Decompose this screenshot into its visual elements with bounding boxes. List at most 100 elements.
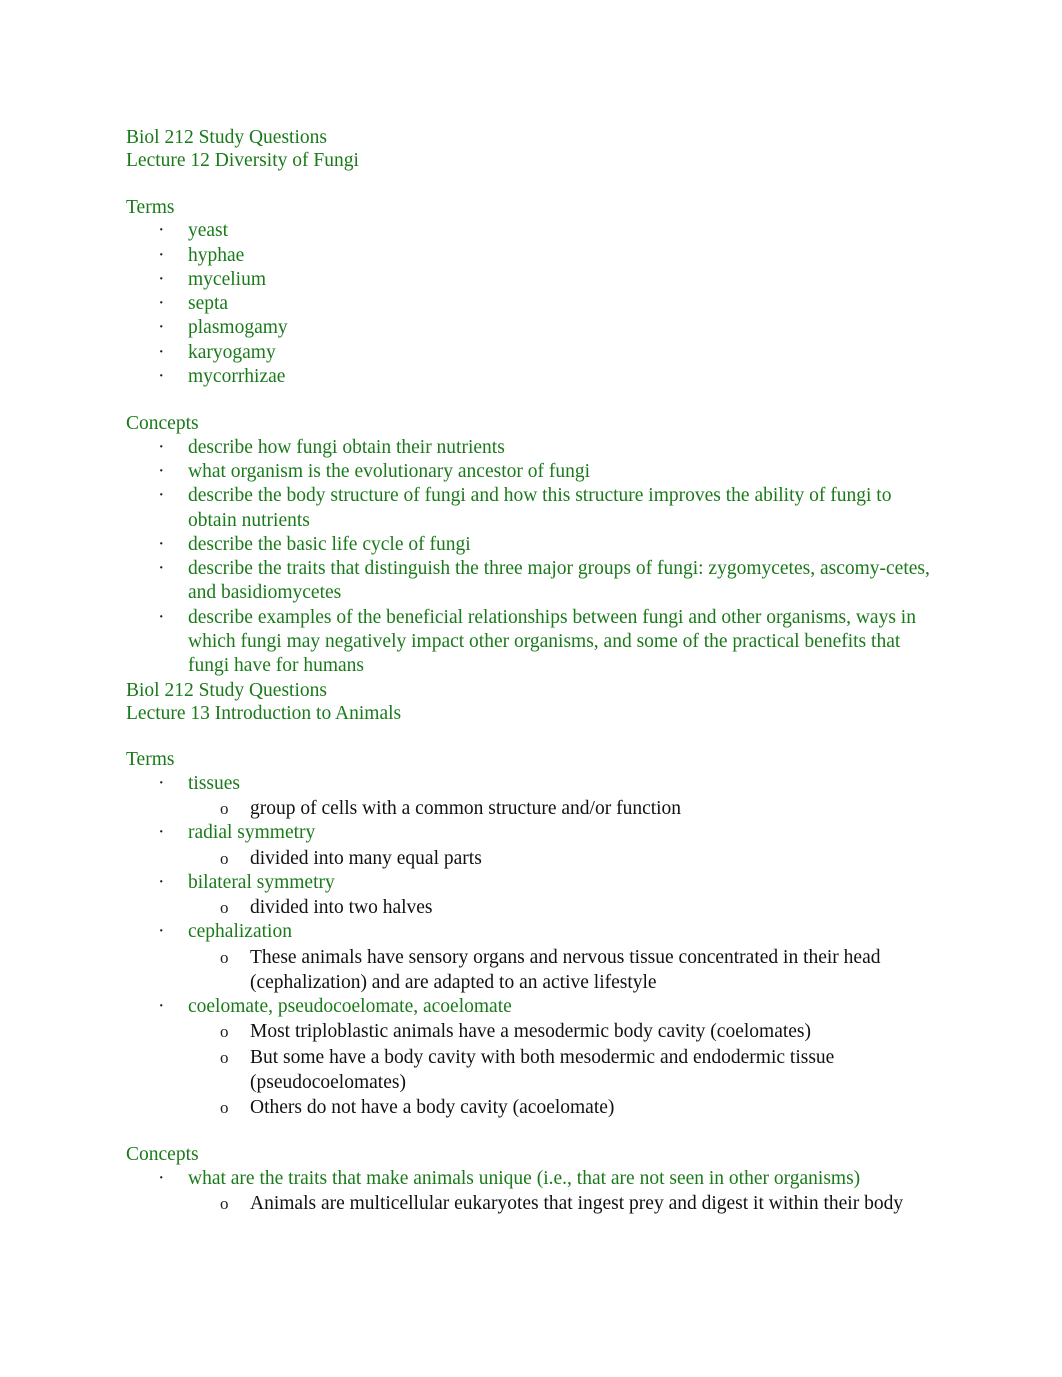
sub-list-item: o Most triploblastic animals have a meso… [188,1019,936,1044]
list-item: · plasmogamy [126,316,936,340]
bullet-dot-icon: · [158,366,165,387]
sub-list-item-label: group of cells with a common structure a… [250,798,682,820]
bullet-dot-icon: · [158,341,165,363]
section-title-line-1: Biol 212 Study Questions [126,127,327,148]
sub-list: o Animals are multicellular eukaryotes t… [188,1191,936,1216]
bullet-dot-icon: · [158,1167,165,1189]
bullet-circle-icon: o [220,848,229,868]
document-body: Biol 212 Study Questions Lecture 12 Dive… [126,126,936,1216]
bullet-dot-icon: · [158,244,165,266]
list-item-label: describe how fungi obtain their nutrient… [188,436,505,458]
list-item: · describe examples of the beneficial re… [126,606,936,679]
terms-heading: Terms [126,749,175,771]
bullet-dot-icon: · [158,485,165,507]
bullet-dot-icon: · [158,317,165,339]
list-item-label: what are the traits that make animals un… [188,1167,861,1189]
bullet-dot-icon: · [158,772,165,794]
bullet-dot-icon: · [158,461,165,482]
sub-list-item: o Animals are multicellular eukaryotes t… [188,1191,936,1216]
list-item-label: describe the body structure of fungi and… [188,485,892,531]
sub-list-item: o These animals have sensory organs and … [188,945,936,995]
sub-list-item-label: Most triploblastic animals have a mesode… [250,1021,812,1043]
bullet-dot-icon: · [158,220,165,242]
bullet-circle-icon: o [220,1193,229,1213]
section-title-line-2: Lecture 12 Diversity of Fungi [126,150,359,172]
concepts-heading: Concepts [126,1144,199,1166]
sub-list-item: o Others do not have a body cavity (acoe… [188,1095,936,1120]
sub-list: o divided into two halves [188,895,936,920]
list-item: · radial symmetry o divided into many eq… [126,821,936,871]
list-item: · tissues o group of cells with a common… [126,772,936,822]
list-item-label: hyphae [188,244,245,266]
bullet-dot-icon: · [158,606,165,628]
list-item-label: coelomate, pseudocoelomate, acoelomate [188,996,512,1018]
list-item: · septa [126,292,936,316]
section-lecture-12: Biol 212 Study Questions Lecture 12 Dive… [126,126,936,679]
list-item-label: plasmogamy [188,317,288,339]
section-title-line-1: Biol 212 Study Questions [126,679,327,701]
list-item-label: describe the traits that distinguish the… [188,558,930,604]
bullet-dot-icon: · [158,996,165,1018]
bullet-circle-icon: o [220,898,229,918]
bullet-dot-icon: · [158,871,165,893]
bullet-dot-icon: · [158,533,165,555]
bullet-circle-icon: o [220,1022,229,1042]
list-item-label: tissues [188,772,241,794]
concepts-heading: Concepts [126,413,199,435]
list-item: · describe how fungi obtain their nutrie… [126,436,936,460]
bullet-dot-icon: · [158,558,165,580]
list-item: · describe the traits that distinguish t… [126,557,936,606]
list-item: · mycelium [126,268,936,292]
terms-list: · yeast · hyphae · mycelium · septa · pl… [126,219,936,389]
document-page: Biol 212 Study Questions Lecture 12 Dive… [0,0,1062,1377]
list-item: · cephalization o These animals have sen… [126,920,936,995]
list-item-label: cephalization [188,921,292,943]
bullet-dot-icon: · [158,293,165,315]
bullet-circle-icon: o [220,947,229,967]
list-item-label: yeast [188,220,229,242]
list-item: · karyogamy [126,341,936,365]
list-item-label: bilateral symmetry [188,871,335,893]
bullet-dot-icon: · [158,822,165,844]
list-item-label: mycelium [188,268,266,290]
sub-list-item: o group of cells with a common structure… [188,796,936,821]
bullet-circle-icon: o [220,1098,229,1117]
bullet-circle-icon: o [220,1047,229,1067]
section-lecture-13: Biol 212 Study Questions Lecture 13 Intr… [126,679,936,1216]
sub-list: o These animals have sensory organs and … [188,945,936,995]
bullet-circle-icon: o [220,799,229,819]
sub-list: o divided into many equal parts [188,846,936,871]
list-item-label: describe the basic life cycle of fungi [188,533,471,555]
list-item: · describe the basic life cycle of fungi [126,533,936,557]
list-item-label: what organism is the evolutionary ancest… [188,461,591,482]
sub-list-item-label: divided into many equal parts [250,847,482,869]
list-item: · describe the body structure of fungi a… [126,484,936,533]
sub-list-item: o divided into two halves [188,895,936,920]
sub-list-item-label: But some have a body cavity with both me… [250,1046,835,1093]
sub-list-item: o divided into many equal parts [188,846,936,871]
concepts-list: · what are the traits that make animals … [126,1167,936,1217]
sub-list-item-label: Animals are multicellular eukaryotes tha… [250,1192,904,1214]
list-item: · what organism is the evolutionary ance… [126,460,936,484]
list-item: · bilateral symmetry o divided into two … [126,871,936,921]
bullet-dot-icon: · [158,268,165,290]
section-title-line-2: Lecture 13 Introduction to Animals [126,703,402,725]
list-item-label: septa [188,293,229,315]
bullet-dot-icon: · [158,436,165,458]
terms-heading: Terms [126,196,175,218]
list-item-label: describe examples of the beneficial rela… [188,606,916,677]
concepts-list: · describe how fungi obtain their nutrie… [126,436,936,679]
list-item-label: radial symmetry [188,822,316,844]
list-item: · what are the traits that make animals … [126,1167,936,1217]
list-item-label: karyogamy [188,341,276,363]
list-item: · hyphae [126,244,936,268]
sub-list-item-label: These animals have sensory organs and ne… [250,946,881,993]
list-item: · mycorrhizae [126,365,936,389]
sub-list-item-label: Others do not have a body cavity (acoelo… [250,1097,615,1118]
bullet-dot-icon: · [158,921,165,943]
list-item: · yeast [126,219,936,243]
